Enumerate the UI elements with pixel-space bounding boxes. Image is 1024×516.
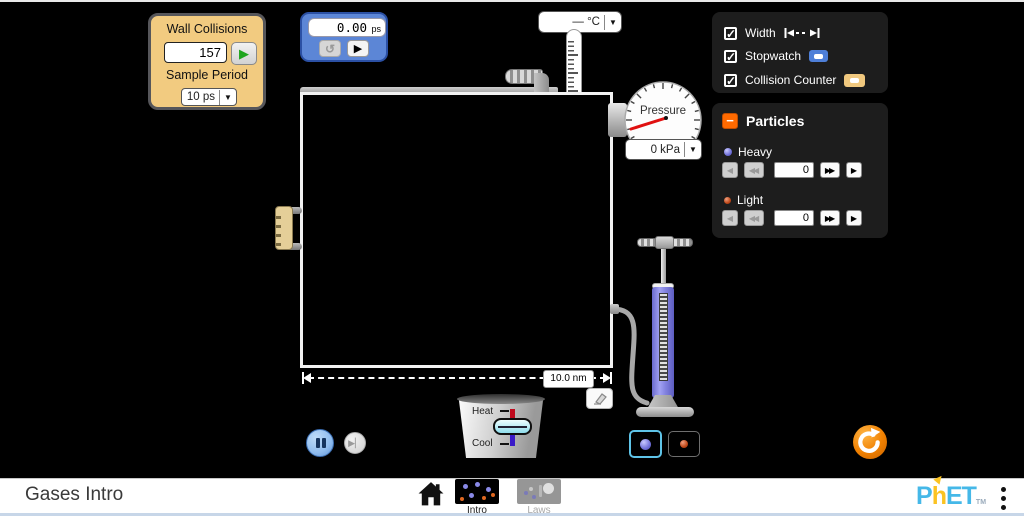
chevron-down-icon[interactable]: ▼ xyxy=(684,142,701,157)
stopwatch-checkbox[interactable]: ✓ xyxy=(724,50,737,63)
pressure-unit-dropdown[interactable]: 0 kPa ▼ xyxy=(625,139,702,160)
heavy-add-fast-button[interactable]: ▶▶ xyxy=(820,162,840,178)
heavy-spinner: ◀ ◀◀ 0 ▶▶ ▶ xyxy=(722,162,862,178)
pause-button[interactable] xyxy=(306,429,334,457)
wall-collisions-count: 157 xyxy=(164,42,227,63)
width-arrows-icon xyxy=(784,28,820,38)
bucket-rim xyxy=(457,394,545,404)
heavy-label: Heavy xyxy=(738,145,772,159)
heat-label: Heat xyxy=(472,406,493,417)
laws-tab-thumbnail xyxy=(517,479,561,504)
light-count-field[interactable]: 0 xyxy=(774,210,814,226)
particles-panel: − Particles Heavy ◀ ◀◀ 0 ▶▶ ▶ Light ◀ ◀◀… xyxy=(712,103,888,238)
collision-counter-checkbox[interactable]: ✓ xyxy=(724,74,737,87)
cool-label: Cool xyxy=(472,438,493,449)
tab-intro[interactable]: Intro xyxy=(455,479,499,516)
light-back-fast-button[interactable]: ◀◀ xyxy=(744,210,764,226)
pressure-value: 0 kPa xyxy=(626,144,684,156)
wall-collisions-title: Wall Collisions xyxy=(151,22,263,36)
reset-all-button[interactable] xyxy=(853,425,887,459)
light-back-button[interactable]: ◀ xyxy=(722,210,738,226)
erase-particles-button[interactable] xyxy=(586,388,613,409)
collision-counter-icon xyxy=(844,74,865,87)
heavy-back-fast-button[interactable]: ◀◀ xyxy=(744,162,764,178)
width-checkbox-row[interactable]: ✓ Width xyxy=(724,25,820,41)
stopwatch-checkbox-row[interactable]: ✓ Stopwatch xyxy=(724,48,828,64)
phet-logo[interactable]: PhETTM xyxy=(916,481,986,516)
arrow-left-icon xyxy=(303,373,311,383)
heavy-row: Heavy xyxy=(724,145,772,159)
stopwatch-unit: ps xyxy=(371,24,381,34)
sample-period-label: Sample Period xyxy=(151,68,263,82)
light-spinner: ◀ ◀◀ 0 ▶▶ ▶ xyxy=(722,210,862,226)
tab-laws[interactable]: Laws xyxy=(517,479,561,516)
tools-panel: ✓ Width ✓ Stopwatch ✓ Collision Counter xyxy=(712,12,888,93)
stopwatch-icon xyxy=(809,50,828,62)
temperature-unit-dropdown[interactable]: — °C ▼ xyxy=(538,11,622,33)
sample-period-value: 10 ps xyxy=(182,91,219,103)
intro-tab-thumbnail xyxy=(455,479,499,504)
light-particle-selector[interactable] xyxy=(668,431,700,457)
heavy-add-button[interactable]: ▶ xyxy=(846,162,862,178)
pressure-gauge-label: Pressure xyxy=(640,105,686,117)
pump-hose xyxy=(605,300,665,415)
collision-counter-label: Collision Counter xyxy=(745,73,836,87)
chevron-down-icon[interactable]: ▼ xyxy=(219,90,236,105)
heavy-particle-selector[interactable] xyxy=(629,430,662,458)
heavy-back-button[interactable]: ◀ xyxy=(722,162,738,178)
sample-period-dropdown[interactable]: 10 ps ▼ xyxy=(181,88,237,106)
light-row: Light xyxy=(724,193,763,207)
collapse-panel-button[interactable]: − xyxy=(722,113,738,129)
particles-title: Particles xyxy=(746,113,804,129)
stopwatch-label: Stopwatch xyxy=(745,49,801,63)
width-label: Width xyxy=(745,26,776,40)
lid-nozzle-elbow xyxy=(534,73,549,92)
stopwatch-reset-button[interactable]: ↺ xyxy=(319,40,341,57)
step-forward-button[interactable]: ▶▏ xyxy=(344,432,366,454)
hose-connector xyxy=(610,304,619,314)
light-bullet-icon xyxy=(724,197,731,204)
heavy-count-field[interactable]: 0 xyxy=(774,162,814,178)
light-label: Light xyxy=(737,193,763,207)
light-particle-icon xyxy=(680,440,688,448)
reset-icon xyxy=(853,425,885,457)
heavy-particle-icon xyxy=(640,439,651,450)
pump-shaft xyxy=(661,248,666,286)
container-resize-handle[interactable] xyxy=(275,206,293,250)
stopwatch-time: 0.00 xyxy=(337,20,367,35)
pump-handle-hub[interactable] xyxy=(655,236,674,249)
gas-container xyxy=(300,92,613,368)
chevron-down-icon[interactable]: ▼ xyxy=(604,15,621,30)
light-add-fast-button[interactable]: ▶▶ xyxy=(820,210,840,226)
collision-counter-play-button[interactable]: ▶ xyxy=(231,42,257,65)
home-button[interactable] xyxy=(418,482,444,506)
sim-title: Gases Intro xyxy=(25,484,123,506)
eraser-icon xyxy=(592,393,608,405)
window-top-edge xyxy=(0,0,1024,2)
menu-kebab-button[interactable] xyxy=(998,483,1008,514)
width-readout: 10.0 nm xyxy=(543,370,594,388)
temperature-value: — °C xyxy=(539,16,604,28)
stopwatch-tool[interactable]: 0.00 ps ↺ ▶ xyxy=(300,12,388,62)
heavy-bullet-icon xyxy=(724,148,732,156)
stopwatch-display: 0.00 ps xyxy=(308,18,386,37)
width-checkbox[interactable]: ✓ xyxy=(724,27,737,40)
heat-cool-slider-handle[interactable] xyxy=(493,418,532,435)
wall-collisions-panel[interactable]: Wall Collisions 157 ▶ Sample Period 10 p… xyxy=(148,13,266,110)
collision-counter-checkbox-row[interactable]: ✓ Collision Counter xyxy=(724,72,865,88)
pause-icon xyxy=(316,438,320,448)
stopwatch-play-button[interactable]: ▶ xyxy=(347,40,369,57)
gases-intro-simulation: Wall Collisions 157 ▶ Sample Period 10 p… xyxy=(0,0,1024,516)
light-add-button[interactable]: ▶ xyxy=(846,210,862,226)
navbar xyxy=(0,478,1024,516)
heat-cool-bucket: Heat Cool xyxy=(455,394,547,458)
